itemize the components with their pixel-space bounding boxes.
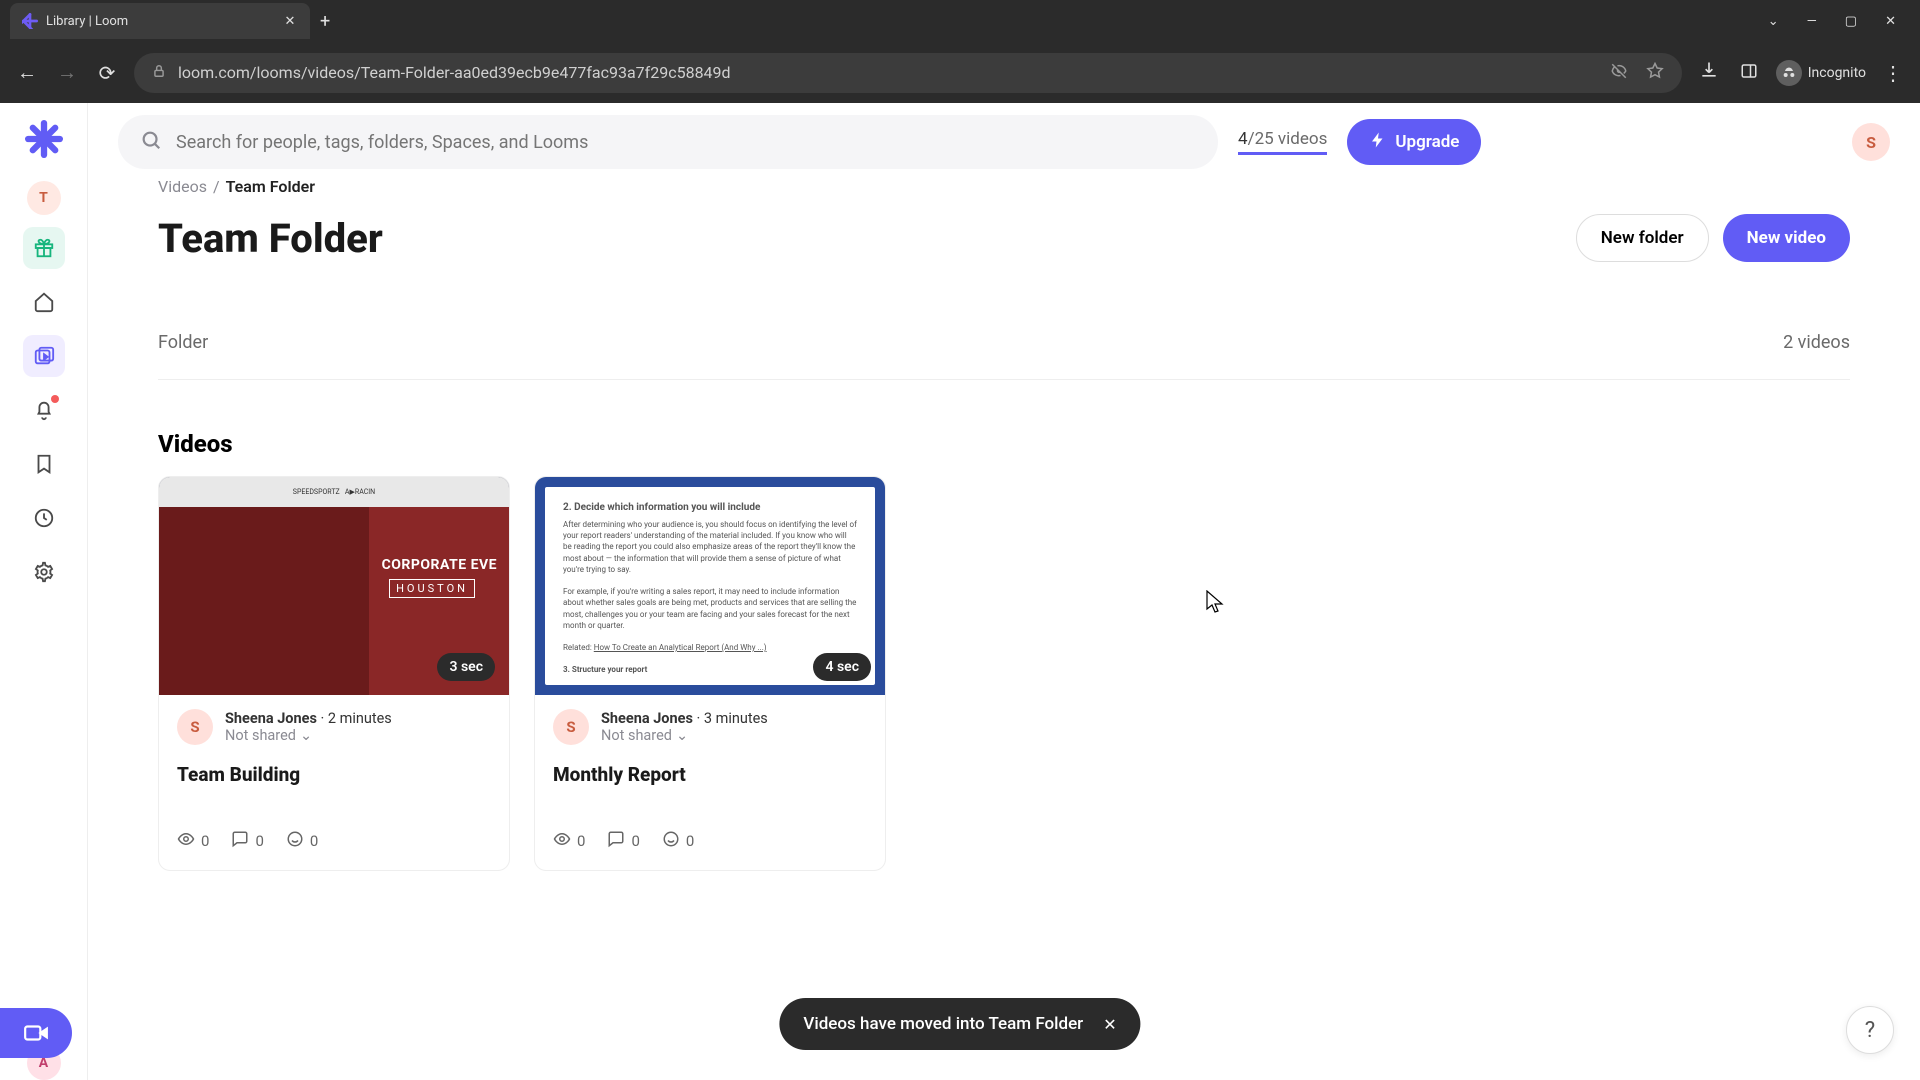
search-icon: [140, 129, 162, 155]
sidebar-notifications[interactable]: [23, 389, 65, 431]
emoji-icon: [662, 830, 680, 852]
tab-close-icon[interactable]: ✕: [282, 13, 298, 29]
emoji-icon: [286, 830, 304, 852]
omnibox-icons: [1610, 62, 1664, 84]
toast-text: Videos have moved into Team Folder: [803, 1014, 1083, 1034]
video-title: Team Building: [177, 763, 491, 786]
new-folder-button[interactable]: New folder: [1576, 214, 1709, 262]
lock-icon: [152, 63, 166, 82]
page-title: Team Folder: [158, 215, 383, 262]
search-bar[interactable]: [118, 115, 1218, 169]
notification-dot: [51, 395, 59, 403]
duration-badge: 3 sec: [437, 653, 495, 681]
loom-logo[interactable]: [24, 119, 64, 159]
video-card[interactable]: 2. Decide which information you will inc…: [534, 476, 886, 871]
toast: Videos have moved into Team Folder ✕: [779, 998, 1140, 1050]
upgrade-button[interactable]: Upgrade: [1347, 119, 1481, 165]
video-count[interactable]: 4/25 videos: [1238, 129, 1327, 155]
author-avatar: S: [553, 709, 589, 745]
toolbar: ← → ⟳ loom.com/looms/videos/Team-Folder-…: [0, 42, 1920, 103]
window-controls: ⌄ — ▢ ✕: [1768, 14, 1910, 29]
bolt-icon: [1369, 131, 1387, 154]
minimize-icon[interactable]: —: [1807, 14, 1817, 29]
sidebar-library[interactable]: [23, 335, 65, 377]
videos-heading: Videos: [158, 430, 1850, 458]
author-avatar: S: [177, 709, 213, 745]
browser-tab[interactable]: Library | Loom ✕: [10, 3, 310, 39]
content: Videos / Team Folder Team Folder New fol…: [88, 181, 1920, 1080]
record-button[interactable]: [0, 1008, 72, 1058]
search-input[interactable]: [176, 132, 1196, 153]
new-video-button[interactable]: New video: [1723, 214, 1850, 262]
help-button[interactable]: ?: [1846, 1006, 1894, 1054]
sidebar-gift[interactable]: [23, 227, 65, 269]
close-window-icon[interactable]: ✕: [1885, 14, 1896, 29]
main: 4/25 videos Upgrade S Videos / Team Fold…: [88, 103, 1920, 1080]
video-card[interactable]: SPEEDSPORTZ A▶RACIN CORPORATE EVE HOUSTO…: [158, 476, 510, 871]
chevron-down-icon[interactable]: ⌄: [1768, 14, 1779, 29]
topbar: 4/25 videos Upgrade S: [88, 103, 1920, 181]
back-button[interactable]: ←: [14, 60, 40, 85]
new-tab-button[interactable]: +: [320, 11, 330, 32]
comment-icon: [607, 830, 625, 852]
chevron-down-icon: ⌄: [676, 727, 688, 744]
chevron-down-icon: ⌄: [300, 727, 312, 744]
forward-button: →: [54, 60, 80, 85]
workspace-avatar[interactable]: T: [27, 181, 61, 215]
folder-header: Team Folder New folder New video: [158, 214, 1850, 262]
star-icon[interactable]: [1646, 62, 1664, 84]
sidebar: T + A: [0, 103, 88, 1080]
tab-title: Library | Loom: [46, 14, 274, 29]
video-stats: 0 0 0: [553, 830, 867, 852]
maximize-icon[interactable]: ▢: [1845, 14, 1857, 29]
toast-close-icon[interactable]: ✕: [1103, 1015, 1116, 1034]
loom-favicon: [22, 13, 38, 29]
download-icon[interactable]: [1696, 60, 1722, 85]
app: T + A: [0, 103, 1920, 1080]
video-stats: 0 0 0: [177, 830, 491, 852]
breadcrumb-root[interactable]: Videos: [158, 181, 207, 196]
address-bar[interactable]: loom.com/looms/videos/Team-Folder-aa0ed3…: [134, 53, 1682, 93]
tab-bar: Library | Loom ✕ + ⌄ — ▢ ✕: [0, 0, 1920, 42]
panel-icon[interactable]: [1736, 61, 1762, 85]
sidebar-history[interactable]: [23, 497, 65, 539]
kebab-menu-icon[interactable]: ⋮: [1880, 61, 1906, 85]
video-title: Monthly Report: [553, 763, 867, 786]
folder-section-row: Folder 2 videos: [158, 332, 1850, 353]
share-status[interactable]: Not shared ⌄: [601, 727, 768, 744]
share-status[interactable]: Not shared ⌄: [225, 727, 392, 744]
divider: [158, 379, 1850, 380]
incognito-label: Incognito: [1808, 65, 1866, 81]
sidebar-bookmarks[interactable]: [23, 443, 65, 485]
incognito-icon: [1776, 60, 1802, 86]
video-thumbnail[interactable]: SPEEDSPORTZ A▶RACIN CORPORATE EVE HOUSTO…: [159, 477, 509, 695]
user-avatar[interactable]: S: [1852, 123, 1890, 161]
sidebar-settings[interactable]: [23, 551, 65, 593]
video-count-label: 2 videos: [1783, 332, 1850, 353]
eye-off-icon[interactable]: [1610, 62, 1628, 84]
comment-icon: [231, 830, 249, 852]
video-thumbnail[interactable]: 2. Decide which information you will inc…: [535, 477, 885, 695]
profile-chip[interactable]: Incognito: [1776, 60, 1866, 86]
eye-icon: [553, 830, 571, 852]
browser-chrome: Library | Loom ✕ + ⌄ — ▢ ✕ ← → ⟳ loom.co…: [0, 0, 1920, 103]
video-grid: SPEEDSPORTZ A▶RACIN CORPORATE EVE HOUSTO…: [158, 476, 1850, 871]
duration-badge: 4 sec: [813, 653, 871, 681]
url-text: loom.com/looms/videos/Team-Folder-aa0ed3…: [178, 63, 1598, 82]
sidebar-home[interactable]: [23, 281, 65, 323]
breadcrumb-current: Team Folder: [226, 181, 315, 196]
eye-icon: [177, 830, 195, 852]
reload-button[interactable]: ⟳: [94, 61, 120, 85]
breadcrumb: Videos / Team Folder: [158, 181, 1850, 196]
section-label: Folder: [158, 332, 208, 353]
